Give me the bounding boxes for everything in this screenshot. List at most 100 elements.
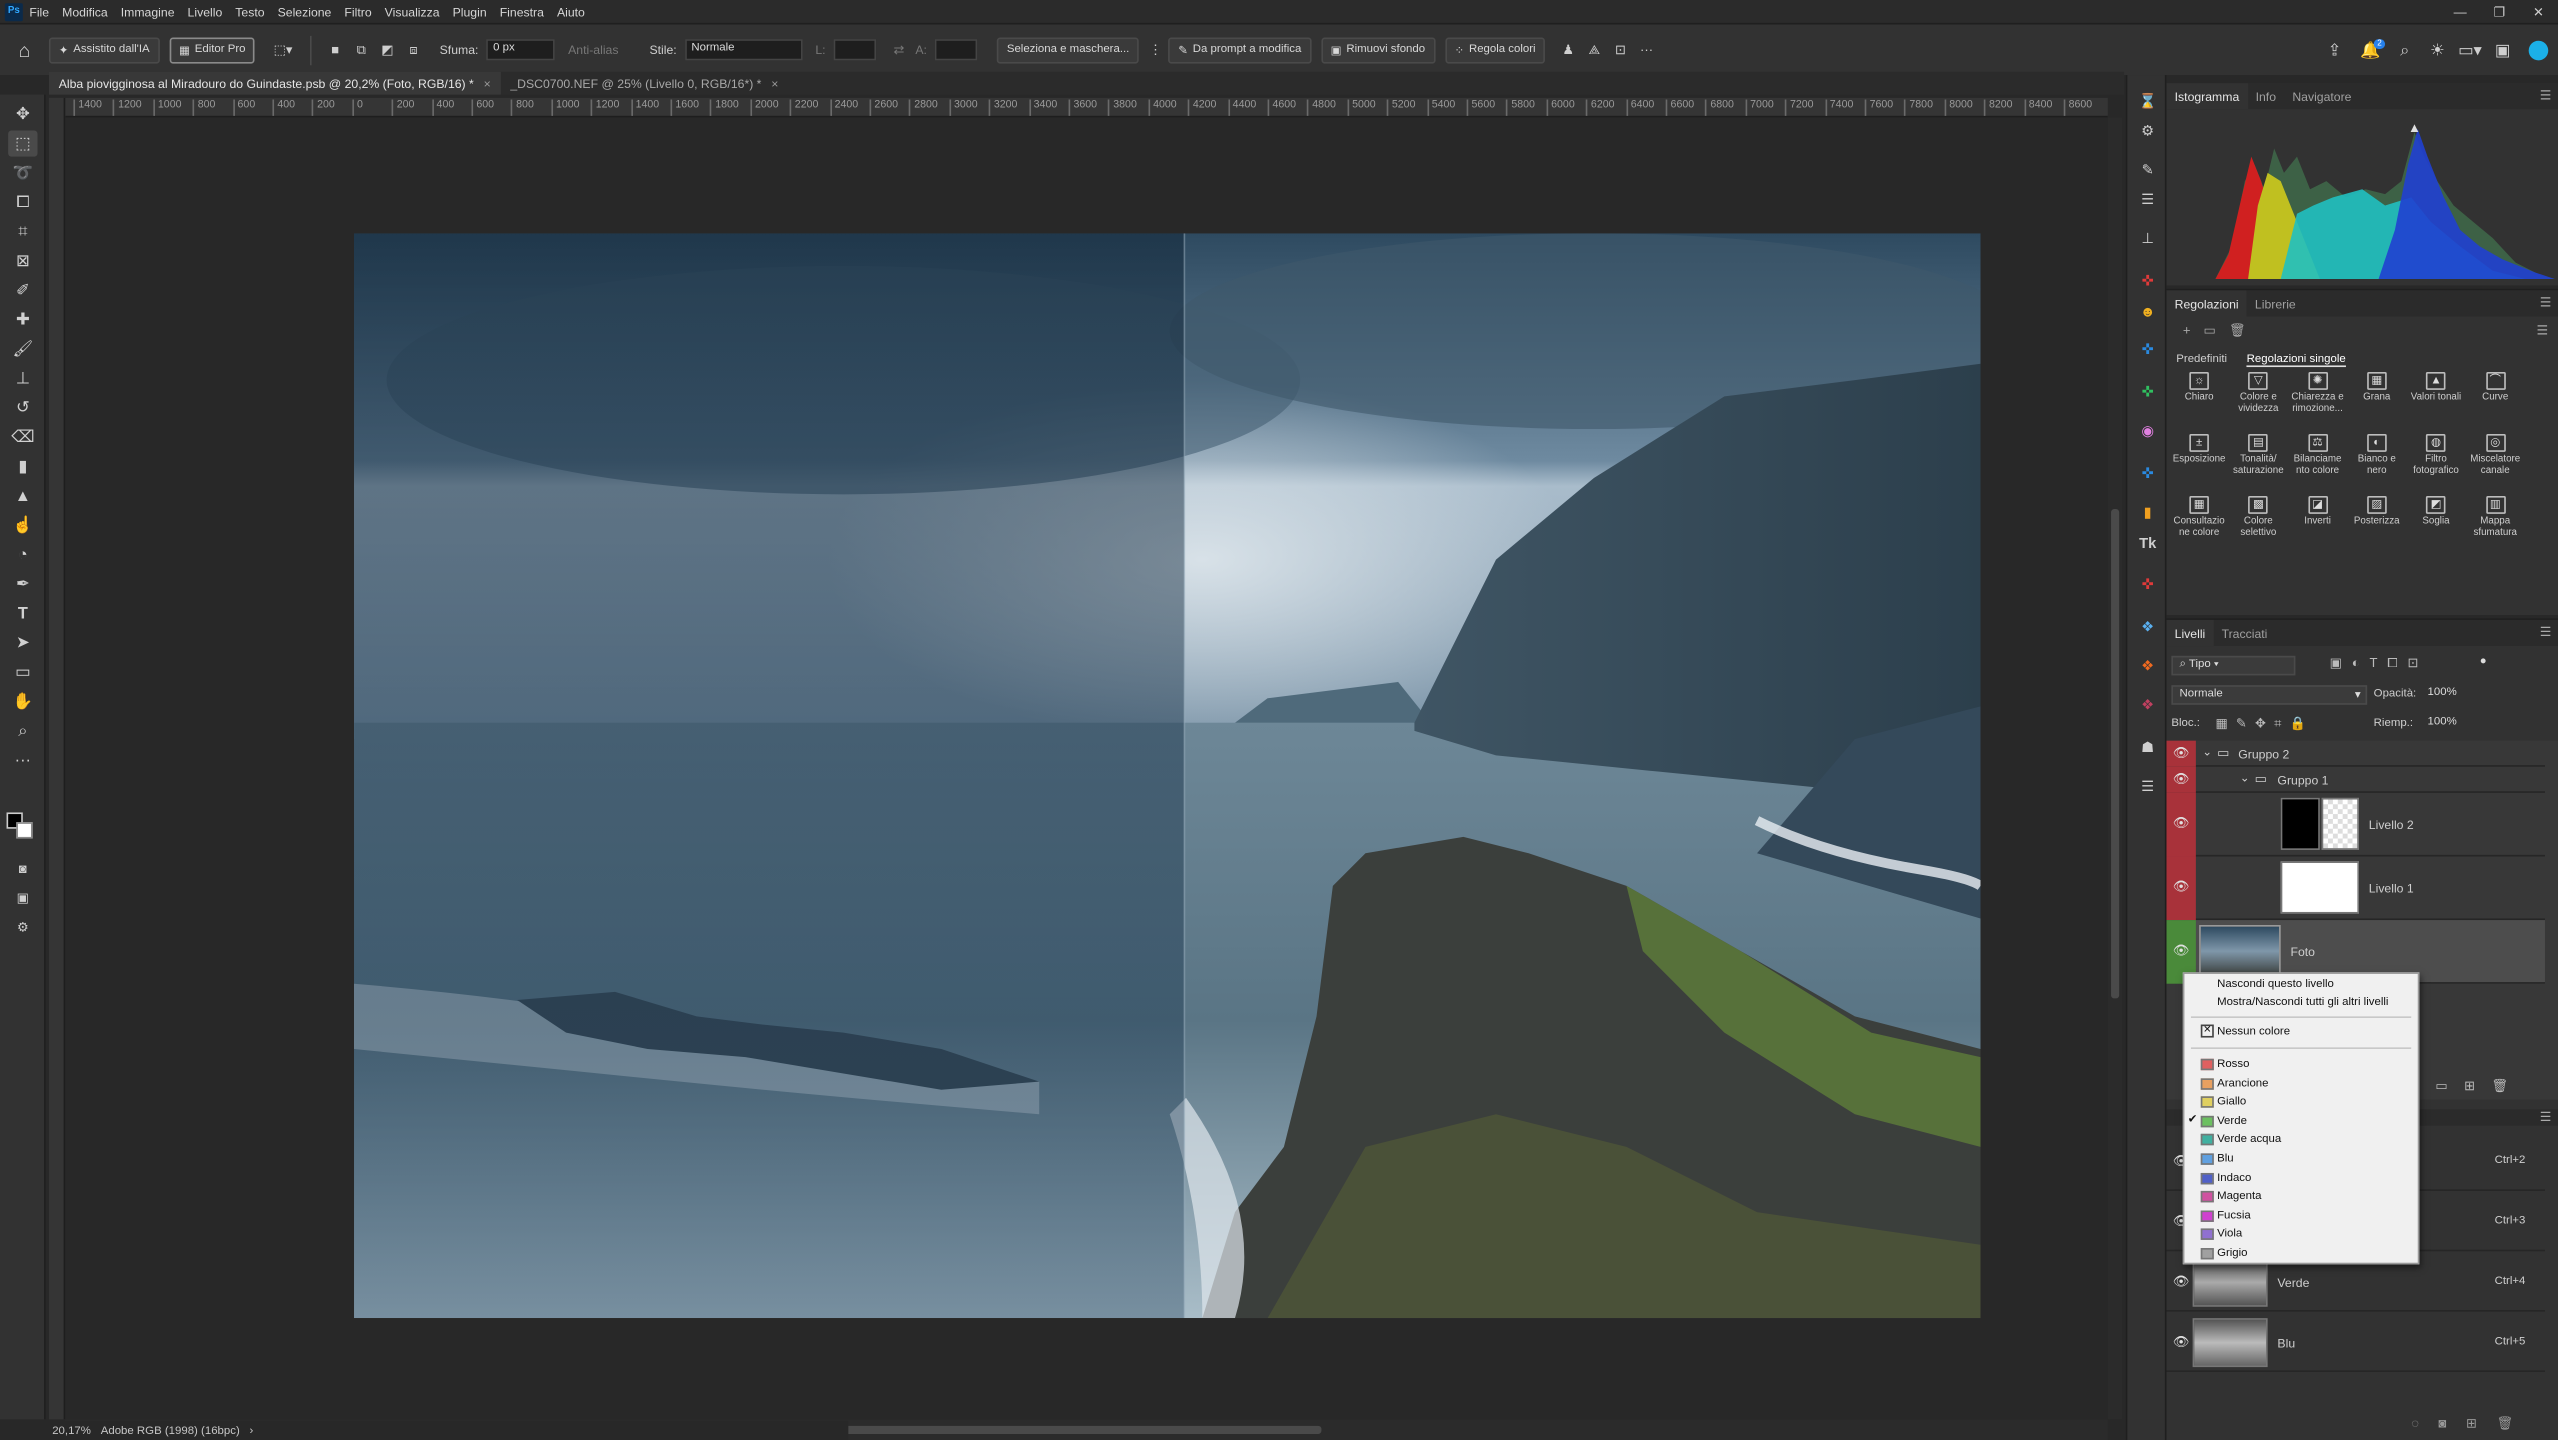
menu-color-giallo[interactable]: Giallo — [2217, 1093, 2246, 1111]
search-icon[interactable]: ⌕ — [2388, 42, 2421, 60]
menu-color-indaco[interactable]: Indaco — [2217, 1169, 2251, 1187]
color-wheel-icon[interactable]: ◉ — [2136, 421, 2160, 442]
plugin-yellow-icon[interactable]: ☻ — [2136, 300, 2160, 321]
menu-color-blu[interactable]: Blu — [2217, 1150, 2234, 1168]
layer-row-gruppo-2[interactable]: 👁 ⌄ ▭ Gruppo 2 — [2166, 740, 2545, 767]
menu-color-rosso[interactable]: Rosso — [2217, 1056, 2249, 1074]
discover-icon[interactable]: ☀ — [2421, 42, 2454, 60]
plugin-blue-icon[interactable]: ✜ — [2136, 339, 2160, 360]
channel-row-blu[interactable]: 👁 Blu Ctrl+5 — [2166, 1313, 2545, 1373]
filter-type-icon[interactable]: T — [2369, 656, 2377, 672]
panel-menu-icon[interactable]: ☰ — [2540, 295, 2552, 310]
adjustment-item[interactable]: ▩ Colore selettivo — [2229, 495, 2288, 540]
clipping-warning-icon[interactable]: ▲ — [2408, 120, 2421, 135]
menu-color-grigio[interactable]: Grigio — [2217, 1245, 2247, 1263]
lock-artboard-icon[interactable]: ⌗ — [2274, 716, 2281, 732]
tab-presets[interactable]: Predefiniti — [2176, 354, 2227, 367]
tab-libraries[interactable]: Librerie — [2247, 290, 2304, 316]
glyph-icon[interactable]: ☗ — [2136, 737, 2160, 758]
sliders-icon[interactable]: ☰ — [2136, 189, 2160, 210]
crop-tool-icon[interactable]: ⌗ — [8, 219, 37, 245]
menu-finestra[interactable]: Finestra — [500, 4, 544, 19]
tab-info[interactable]: Info — [2247, 83, 2284, 109]
plugin-green-icon[interactable]: ✜ — [2136, 382, 2160, 403]
tab-document-1[interactable]: Alba piovigginosa al Miradouro do Guinda… — [48, 71, 501, 95]
adjustment-item[interactable]: ◎ Miscelatore canale — [2466, 433, 2525, 478]
intersect-selection-icon[interactable]: ⧈ — [400, 42, 426, 58]
document-image[interactable] — [354, 233, 1981, 1319]
tab-histogram[interactable]: Istogramma — [2166, 83, 2248, 110]
menu-testo[interactable]: Testo — [235, 4, 264, 19]
eyedropper-icon[interactable]: ✐ — [8, 277, 37, 303]
lock-all-icon[interactable]: 🔒 — [2290, 716, 2306, 732]
menu-visualizza[interactable]: Visualizza — [385, 4, 440, 19]
adjustment-item[interactable]: ⌒ Curve — [2466, 371, 2525, 405]
menu-color-verde[interactable]: Verde — [2217, 1112, 2247, 1130]
plugin-orange-icon[interactable]: ❖ — [2136, 656, 2160, 677]
adjustment-item[interactable]: ◐ Bianco e nero — [2347, 433, 2406, 478]
adjustment-item[interactable]: ▽ Colore e vividezza — [2229, 371, 2288, 416]
stamp-icon[interactable]: ⊥ — [2136, 228, 2160, 249]
blend-mode-select[interactable]: Normale ▾ — [2171, 685, 2368, 705]
delete-layer-icon[interactable]: 🗑 — [2491, 1078, 2508, 1093]
notifications-icon[interactable]: 🔔 2 — [2352, 38, 2388, 60]
expand-chevron-icon[interactable]: ⌄ — [2202, 746, 2212, 758]
lock-pixels-icon[interactable]: ✎ — [2236, 716, 2247, 732]
new-selection-icon[interactable]: ■ — [322, 42, 348, 57]
menu-toggle-others[interactable]: Mostra/Nascondi tutti gli altri livelli — [2217, 994, 2388, 1012]
home-icon[interactable]: ⌂ — [0, 38, 49, 61]
remove-background-button[interactable]: ▣ Rimuovi sfondo — [1320, 36, 1435, 63]
maximize-icon[interactable]: ❐ — [2480, 4, 2519, 19]
pen-tool-icon[interactable]: ✒ — [8, 571, 37, 597]
zoom-tool-icon[interactable]: ⌕ — [8, 718, 37, 744]
menu-file[interactable]: File — [29, 4, 49, 19]
adjustment-item[interactable]: ± Esposizione — [2170, 433, 2229, 467]
history-brush-icon[interactable]: ↺ — [8, 395, 37, 421]
expand-chevron-icon[interactable]: ⌄ — [2240, 772, 2250, 784]
filter-adjust-icon[interactable]: ◐ — [2352, 656, 2360, 672]
menu-hide-layer[interactable]: Nascondi questo livello — [2217, 976, 2334, 994]
add-icon[interactable]: + — [2183, 323, 2191, 338]
feather-input[interactable]: 0 px — [486, 39, 556, 61]
plugin-magenta-icon[interactable]: ❖ — [2136, 695, 2160, 716]
adjustment-item[interactable]: ✺ Chiarezza e rimozione... — [2288, 371, 2347, 416]
list-view-icon[interactable]: ☰ — [2537, 323, 2549, 338]
smudge-tool-icon[interactable]: ☝ — [8, 512, 37, 538]
brush-tool-icon[interactable]: 🖌 — [8, 336, 37, 362]
clone-stamp-icon[interactable]: ⊥ — [8, 365, 37, 391]
filter-toggle-icon[interactable]: ● — [2480, 656, 2487, 667]
layer-row-livello-2[interactable]: 👁 Livello 2 — [2166, 792, 2545, 857]
tab-close-icon[interactable]: × — [771, 76, 778, 91]
menu-plugin[interactable]: Plugin — [453, 4, 487, 19]
menu-aiuto[interactable]: Aiuto — [557, 4, 585, 19]
lock-transparent-icon[interactable]: ▦ — [2215, 716, 2227, 732]
menu-color-magenta[interactable]: Magenta — [2217, 1188, 2261, 1206]
menu-color-arancione[interactable]: Arancione — [2217, 1074, 2268, 1092]
adjustment-item[interactable]: ▨ Posterizza — [2347, 495, 2406, 529]
adjust-icon[interactable]: ☰ — [2136, 777, 2160, 798]
camera-icon[interactable]: ⊡ — [1607, 42, 1633, 57]
filter-pixel-icon[interactable]: ▣ — [2330, 656, 2342, 672]
adjustment-item[interactable]: ◍ Filtro fotografico — [2407, 433, 2466, 478]
visibility-eye-icon[interactable]: 👁 — [2171, 816, 2191, 831]
folder-icon[interactable]: ▭ — [2203, 323, 2215, 338]
account-avatar[interactable] — [2528, 40, 2549, 61]
gradient-tool-icon[interactable]: ▮ — [8, 454, 37, 480]
healing-brush-icon[interactable]: ✚ — [8, 307, 37, 333]
menu-no-color[interactable]: Nessun colore — [2217, 1023, 2290, 1041]
dodge-tool-icon[interactable]: ◔ — [8, 542, 37, 568]
width-input[interactable] — [833, 39, 877, 61]
filter-shape-icon[interactable]: ⧠ — [2387, 656, 2397, 672]
rectangle-tool-icon[interactable]: ▭ — [8, 659, 37, 685]
tab-layers[interactable]: Livelli — [2166, 619, 2214, 647]
tab-paths[interactable]: Tracciati — [2213, 620, 2275, 646]
visibility-eye-icon[interactable]: 👁 — [2171, 943, 2191, 958]
properties-icon[interactable]: ⚙ — [2136, 121, 2160, 142]
lasso-tool-icon[interactable]: ➰ — [8, 160, 37, 186]
tab-navigator[interactable]: Navigatore — [2284, 83, 2360, 109]
vertical-scroll-thumb[interactable] — [2111, 508, 2120, 999]
save-selection-icon[interactable]: ◙ — [2439, 1416, 2447, 1431]
select-and-mask-button[interactable]: Seleziona e maschera... — [997, 36, 1140, 63]
adjustment-item[interactable]: ⚖ Bilanciame nto colore — [2288, 433, 2347, 478]
tab-single-adjustments[interactable]: Regolazioni singole — [2246, 354, 2346, 368]
